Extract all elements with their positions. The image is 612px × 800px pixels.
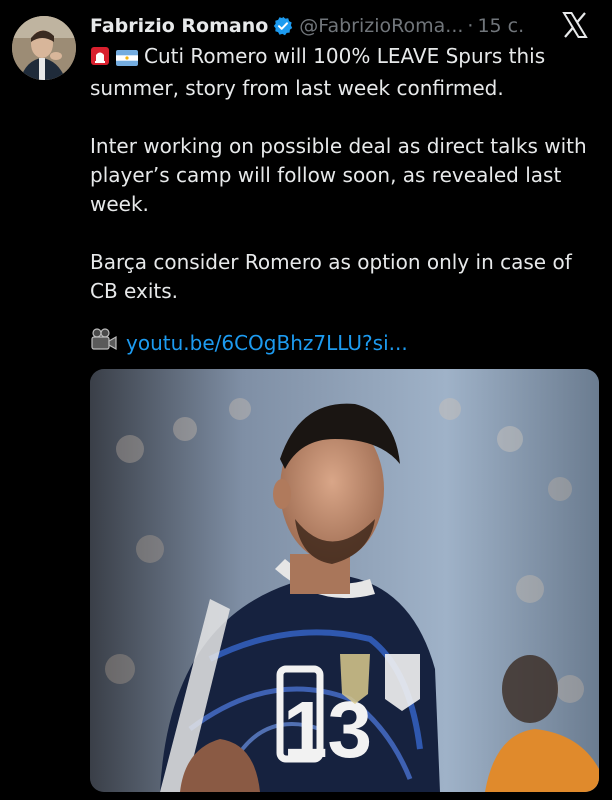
siren-emoji-icon: [90, 45, 110, 74]
argentina-flag-icon: [116, 45, 138, 74]
tweet-line-1: Cuti Romero will 100% LEAVE Spurs this s…: [90, 44, 546, 100]
video-link-row[interactable]: youtu.be/6COgBhz7LLU?si...: [90, 328, 408, 357]
tweet-paragraph-1: Cuti Romero will 100% LEAVE Spurs this s…: [90, 42, 595, 103]
tweet-photo[interactable]: 13: [90, 369, 599, 792]
video-camera-icon: [90, 328, 118, 357]
separator-dot: ·: [467, 15, 474, 37]
author-name[interactable]: Fabrizio Romano: [90, 15, 268, 37]
avatar[interactable]: [12, 16, 76, 80]
x-logo-icon[interactable]: [560, 10, 590, 40]
tweet-text: Cuti Romero will 100% LEAVE Spurs this s…: [90, 42, 595, 306]
tweet-paragraph-3: Barça consider Romero as option only in …: [90, 250, 572, 303]
verified-badge-icon: [273, 16, 293, 36]
author-handle[interactable]: @FabrizioRoma...: [299, 15, 463, 37]
tweet-paragraph-2: Inter working on possible deal as direct…: [90, 134, 587, 216]
timestamp[interactable]: 15 с.: [477, 15, 524, 37]
video-link[interactable]: youtu.be/6COgBhz7LLU?si...: [126, 331, 408, 355]
tweet-header: Fabrizio Romano @FabrizioRoma... · 15 с.: [90, 12, 552, 40]
